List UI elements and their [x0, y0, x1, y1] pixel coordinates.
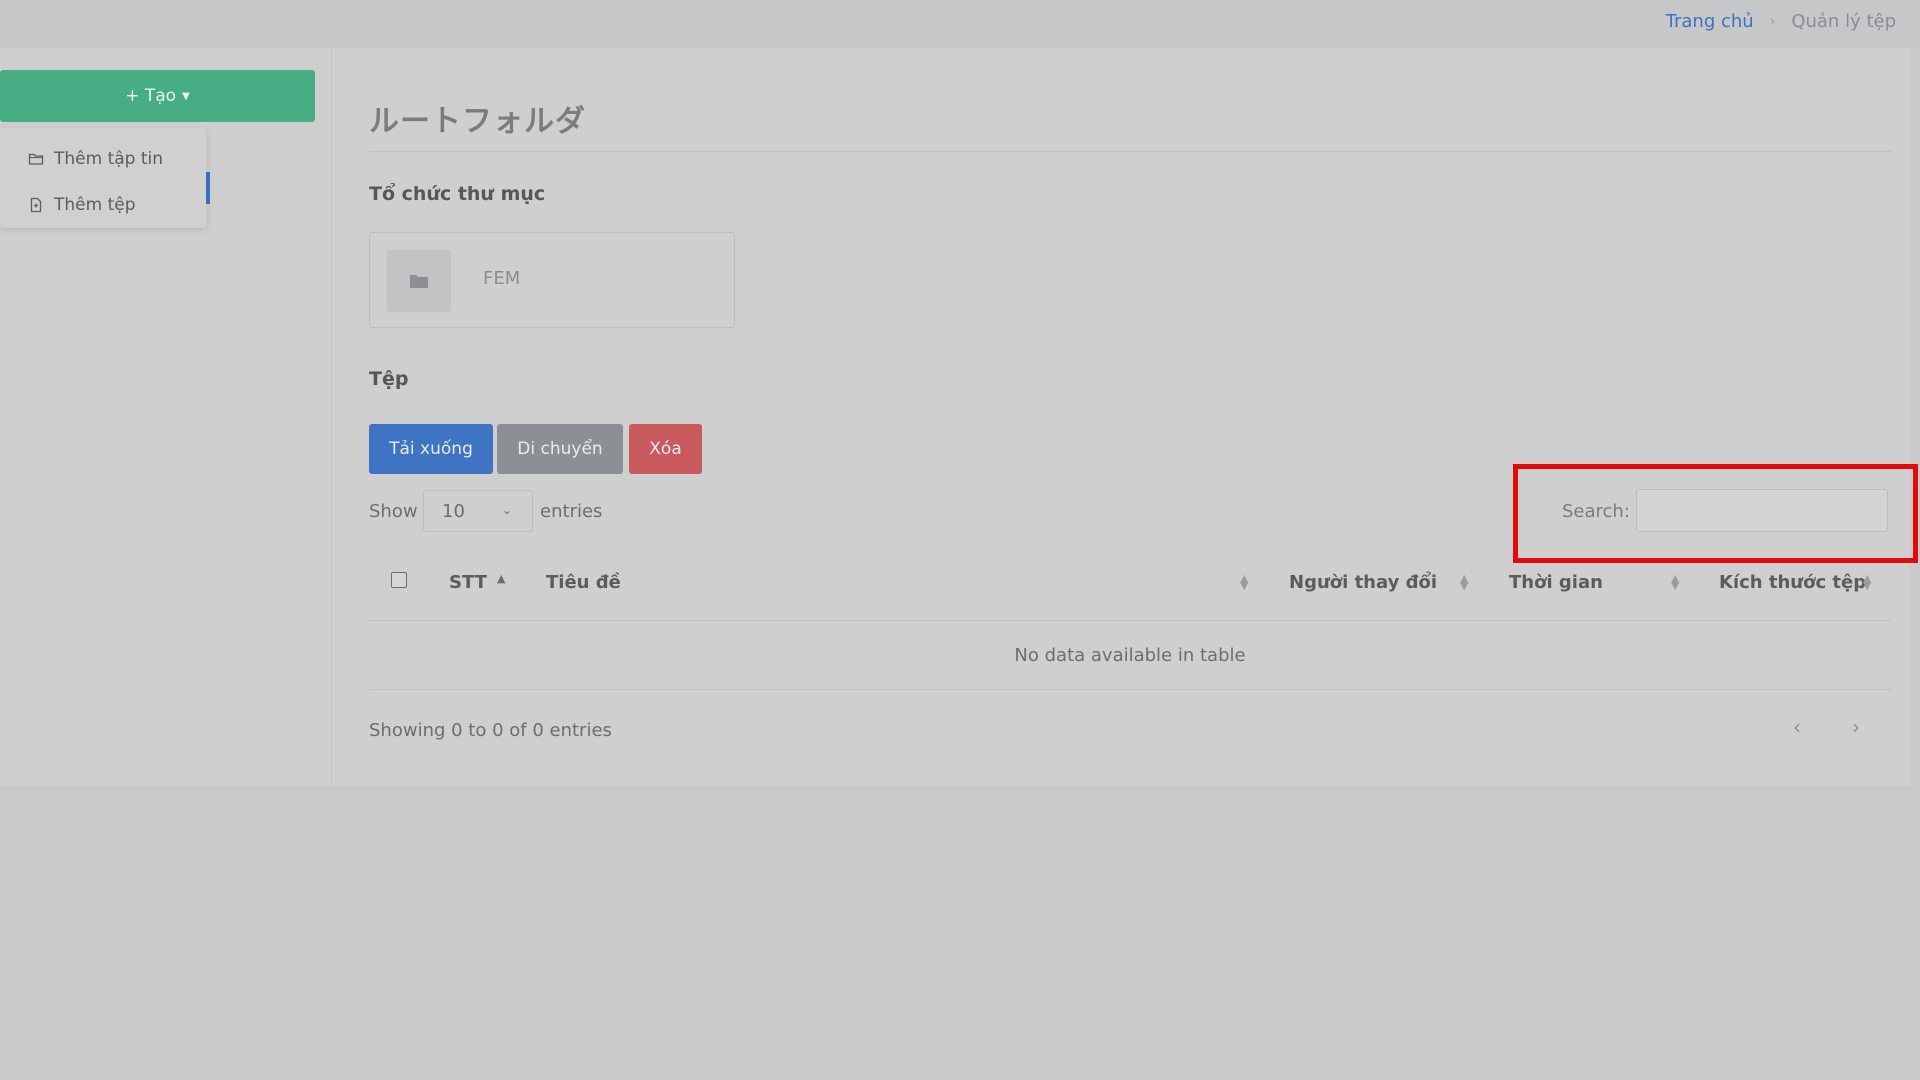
folder-icon-box — [387, 250, 451, 312]
create-button-label: + Tạo — [125, 86, 177, 106]
folder-card[interactable]: FEM — [369, 232, 735, 328]
delete-button[interactable]: Xóa — [629, 424, 702, 474]
breadcrumb: Trang chủ › Quản lý tệp — [1666, 11, 1896, 32]
column-header-modified-by[interactable]: Người thay đổi — [1289, 572, 1437, 593]
folder-icon — [410, 275, 428, 288]
menu-item-label: Thêm tệp — [54, 195, 136, 215]
empty-message: No data available in table — [1014, 644, 1246, 666]
sort-icon: ▲ ▼ — [1240, 572, 1249, 592]
breadcrumb-separator: › — [1769, 13, 1776, 30]
page-size-value: 10 — [442, 500, 465, 522]
files-heading: Tệp — [369, 368, 409, 390]
page-size-select[interactable]: 10 ⌄ — [423, 490, 533, 532]
move-button[interactable]: Di chuyển — [497, 424, 623, 474]
sidebar-active-marker — [206, 172, 210, 204]
table-header-row: STT ▲ Tiêu đề ▲ ▼ Người thay đổi ▲ ▼ Thời … — [369, 558, 1891, 621]
column-header-stt[interactable]: STT — [449, 572, 487, 593]
create-dropdown-menu: Thêm tập tin Thêm tệp — [0, 128, 206, 228]
column-header-title[interactable]: Tiêu đề — [546, 572, 621, 593]
folders-heading: Tổ chức thư mục — [369, 183, 546, 205]
file-icon — [30, 197, 42, 213]
entries-label: entries — [540, 501, 603, 522]
folder-icon — [28, 153, 44, 165]
show-label: Show — [369, 501, 418, 522]
menu-item-label: Thêm tập tin — [54, 149, 164, 169]
page-title: ルートフォルダ — [369, 104, 586, 139]
breadcrumb-home-link[interactable]: Trang chủ — [1666, 11, 1754, 32]
breadcrumb-current: Quản lý tệp — [1791, 11, 1896, 32]
download-button[interactable]: Tải xuống — [369, 424, 493, 474]
chevron-down-icon: ⌄ — [501, 503, 512, 517]
select-all-checkbox[interactable] — [391, 572, 407, 588]
table-info: Showing 0 to 0 of 0 entries — [369, 720, 612, 741]
pagination-next-icon[interactable]: › — [1852, 715, 1860, 739]
content-card: + Tạo ▼ Thêm tập tin Thêm tệp ルートフォルダ Tổ… — [0, 48, 1910, 786]
search-highlight-box — [1513, 464, 1918, 563]
table-empty-row: No data available in table — [369, 621, 1891, 690]
sort-asc-icon: ▲ — [497, 572, 506, 585]
sort-icon: ▲ ▼ — [1863, 572, 1872, 592]
top-bar: Trang chủ › Quản lý tệp — [0, 0, 1920, 48]
sidebar: + Tạo ▼ Thêm tập tin Thêm tệp — [0, 48, 332, 786]
folder-name: FEM — [483, 268, 521, 289]
menu-item-add-file[interactable]: Thêm tệp — [0, 182, 206, 228]
create-button[interactable]: + Tạo ▼ — [0, 70, 315, 122]
menu-item-add-folder[interactable]: Thêm tập tin — [0, 136, 206, 182]
sort-icon: ▲ ▼ — [1671, 572, 1680, 592]
pagination-prev-icon[interactable]: ‹ — [1793, 715, 1801, 739]
column-header-file-size[interactable]: Kích thước tệp — [1719, 572, 1866, 593]
column-header-time[interactable]: Thời gian — [1509, 572, 1603, 593]
divider — [369, 151, 1891, 152]
caret-down-icon: ▼ — [182, 90, 190, 102]
sort-icon: ▲ ▼ — [1460, 572, 1469, 592]
